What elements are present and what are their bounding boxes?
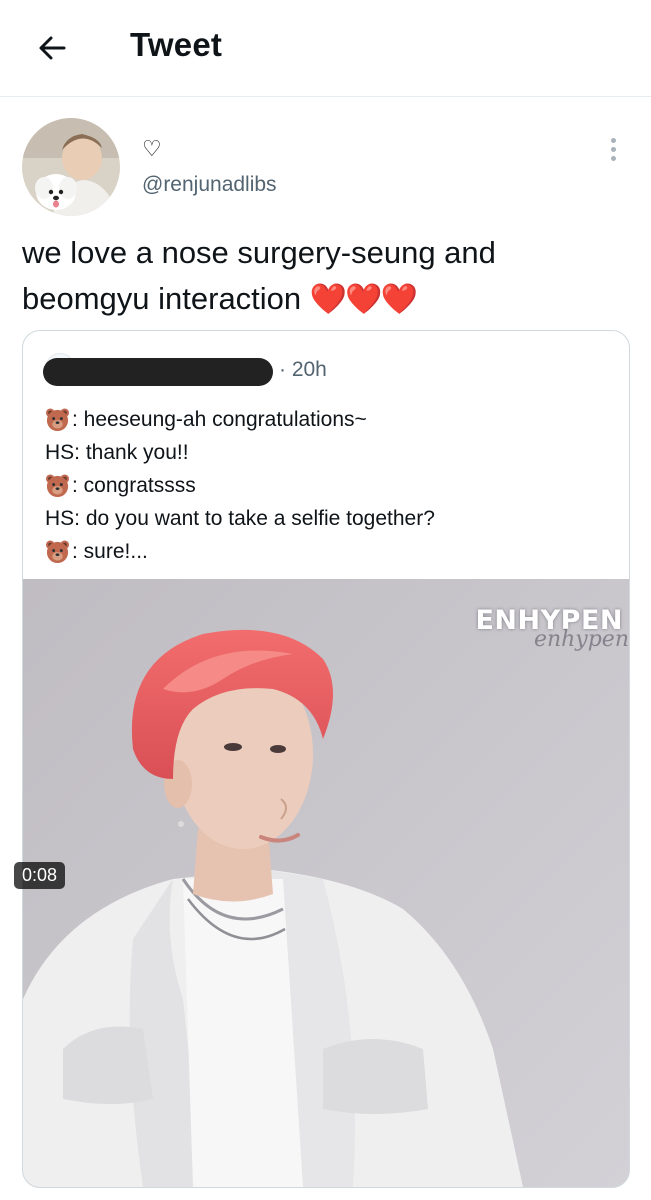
tweet-body: we love a nose surgery-seung and beomgyu…: [22, 235, 496, 316]
quoted-line-text: HS: thank you!!: [45, 441, 189, 464]
quoted-line-text: : heeseung-ah congratulations~: [72, 408, 367, 431]
quoted-line: : heeseung-ah congratulations~: [45, 403, 625, 436]
hearts-emoji: ❤️❤️❤️: [309, 283, 418, 316]
video-duration-badge: 0:08: [14, 862, 66, 889]
redacted-username: [43, 358, 273, 386]
video-thumbnail: [23, 579, 629, 1187]
quoted-line: : congratssss: [45, 469, 625, 502]
author-display-name[interactable]: ♡: [142, 136, 162, 162]
video-player[interactable]: ENHYPEN enhypen: [23, 579, 629, 1187]
more-dot-icon: [610, 155, 616, 161]
bear-face-icon: [45, 540, 70, 564]
bear-face-icon: [45, 408, 70, 432]
quoted-line: : sure!...: [45, 535, 625, 568]
avatar-image: [22, 118, 120, 216]
quoted-line: HS: thank you!!: [45, 436, 625, 469]
quoted-timestamp: · 20h: [279, 358, 327, 381]
quoted-tweet-card[interactable]: · 20h : heeseung-ah congratulations~ HS:…: [22, 330, 630, 1188]
back-button[interactable]: [28, 24, 76, 72]
tweet-text: we love a nose surgery-seung and beomgyu…: [22, 230, 632, 323]
arrow-left-icon: [39, 36, 66, 60]
author-avatar[interactable]: [22, 118, 120, 216]
quoted-text: : heeseung-ah congratulations~ HS: thank…: [45, 403, 625, 568]
quoted-line-text: : congratssss: [72, 474, 196, 497]
more-options-button[interactable]: [598, 134, 628, 164]
author-handle[interactable]: @renjunadlibs: [142, 173, 277, 197]
top-app-bar: Tweet: [0, 0, 651, 97]
quoted-line-text: : sure!...: [72, 540, 148, 563]
quoted-line-text: HS: do you want to take a selfie togethe…: [45, 507, 435, 530]
bear-face-icon: [45, 474, 70, 498]
more-dot-icon: [610, 146, 616, 152]
page-title: Tweet: [130, 26, 223, 63]
quoted-line: HS: do you want to take a selfie togethe…: [45, 502, 625, 535]
video-watermark-script: enhypen: [533, 627, 629, 652]
more-dot-icon: [610, 137, 616, 143]
